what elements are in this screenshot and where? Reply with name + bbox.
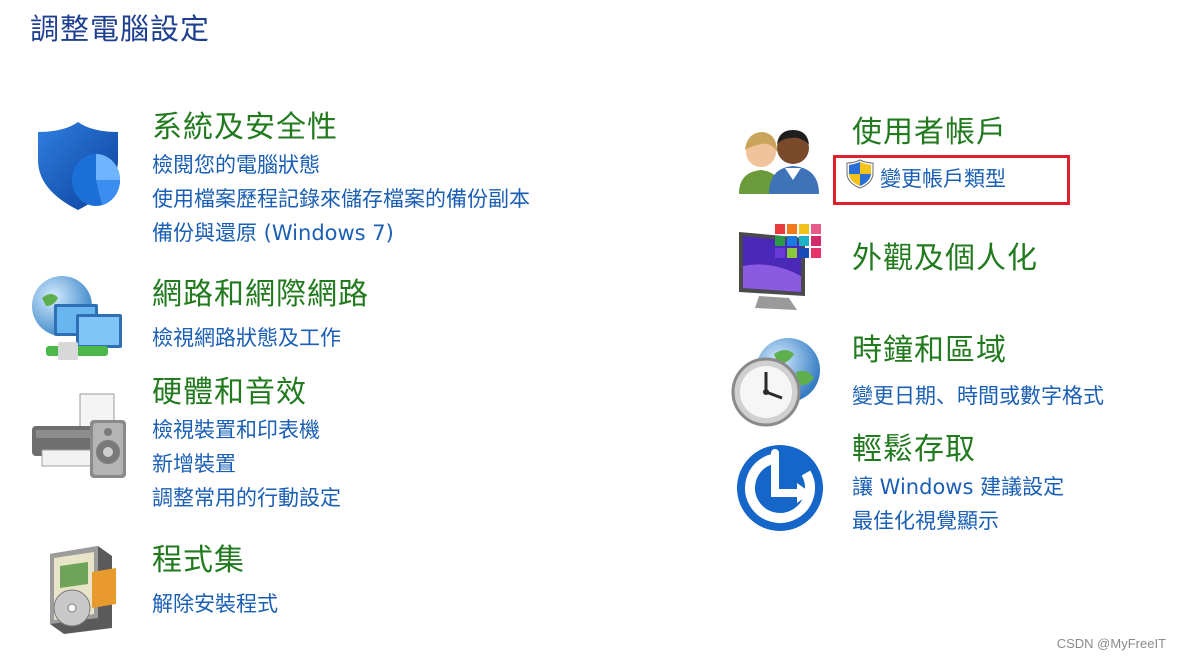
link-optimize-visual-display[interactable]: 最佳化視覺顯示	[852, 504, 1064, 538]
link-view-network-status[interactable]: 檢視網路狀態及工作	[152, 321, 369, 355]
category-title[interactable]: 網路和網際網路	[152, 277, 369, 313]
category-appearance: 外觀及個人化	[852, 241, 1038, 279]
category-title[interactable]: 硬體和音效	[152, 375, 341, 411]
network-globe-icon[interactable]	[28, 272, 128, 370]
programs-box-icon[interactable]	[42, 544, 122, 634]
appearance-monitor-icon[interactable]	[735, 222, 829, 316]
category-title[interactable]: 輕鬆存取	[852, 432, 1064, 468]
highlight-annotation-box	[833, 155, 1070, 205]
category-title[interactable]: 系統及安全性	[152, 110, 530, 146]
watermark-text: CSDN @MyFreeIT	[1056, 636, 1166, 651]
link-uninstall-program[interactable]: 解除安裝程式	[152, 587, 278, 621]
category-title[interactable]: 使用者帳戶	[852, 115, 1007, 151]
security-shield-icon[interactable]	[30, 118, 126, 214]
category-title[interactable]: 外觀及個人化	[852, 241, 1038, 277]
link-windows-suggest-settings[interactable]: 讓 Windows 建議設定	[852, 470, 1064, 504]
page-title: 調整電腦設定	[30, 12, 211, 46]
category-hardware-sound: 硬體和音效 檢視裝置和印表機 新增裝置 調整常用的行動設定	[152, 375, 341, 515]
category-network-internet: 網路和網際網路 檢視網路狀態及工作	[152, 277, 369, 355]
link-add-device[interactable]: 新增裝置	[152, 447, 341, 481]
control-panel-page: 調整電腦設定 系統及安全性 檢閱您的電腦狀態 使用檔案歷程記錄來儲存檔案的備份副…	[0, 0, 1180, 661]
link-view-devices-printers[interactable]: 檢視裝置和印表機	[152, 413, 341, 447]
globe-clock-icon[interactable]	[730, 336, 826, 428]
link-change-date-time-format[interactable]: 變更日期、時間或數字格式	[852, 379, 1104, 413]
ease-of-access-icon[interactable]	[735, 443, 825, 533]
link-mobility-settings[interactable]: 調整常用的行動設定	[152, 481, 341, 515]
category-system-security: 系統及安全性 檢閱您的電腦狀態 使用檔案歷程記錄來儲存檔案的備份副本 備份與還原…	[152, 110, 530, 250]
category-title[interactable]: 時鐘和區域	[852, 333, 1104, 369]
category-title[interactable]: 程式集	[152, 543, 278, 579]
category-clock-region: 時鐘和區域 變更日期、時間或數字格式	[852, 333, 1104, 413]
user-accounts-icon[interactable]	[735, 124, 825, 196]
link-backup-restore[interactable]: 備份與還原 (Windows 7)	[152, 216, 530, 250]
category-programs: 程式集 解除安裝程式	[152, 543, 278, 621]
printer-speaker-icon[interactable]	[28, 386, 128, 482]
category-ease-of-access: 輕鬆存取 讓 Windows 建議設定 最佳化視覺顯示	[852, 432, 1064, 538]
link-review-computer-status[interactable]: 檢閱您的電腦狀態	[152, 148, 530, 182]
link-file-history-backup[interactable]: 使用檔案歷程記錄來儲存檔案的備份副本	[152, 182, 530, 216]
